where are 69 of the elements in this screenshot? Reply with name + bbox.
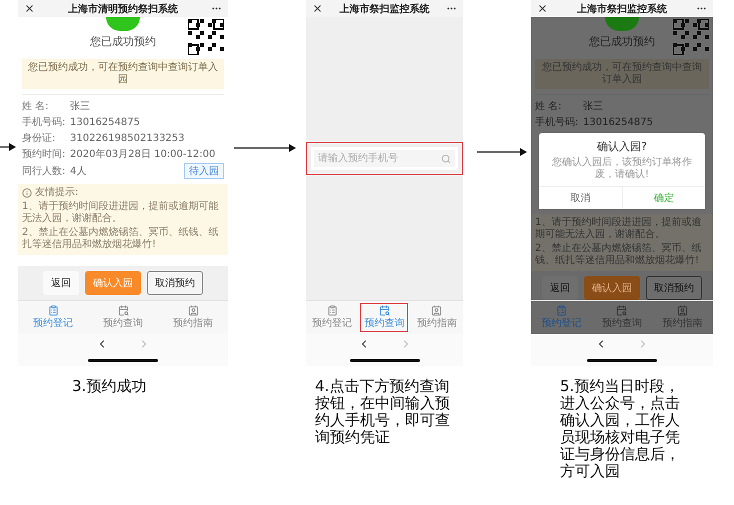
confirm-entry-button[interactable]: 确认入园 [85,271,141,295]
tip-text: 2、禁止在公墓内燃烧锡箔、冥币、纸钱、纸扎等迷信用品和燃放烟花爆竹! [22,227,220,251]
arrow-icon [0,143,16,151]
field-label: 预约时间: [22,148,66,161]
field-label: 同行人数: [22,165,66,178]
tab[interactable]: 预约登记 [308,303,356,332]
field-value: 4人 [70,165,86,178]
close-icon[interactable] [312,3,323,14]
home-indicator [587,359,657,362]
window-title: 上海市清明预约祭扫系统 [68,2,178,16]
step-caption: 3.预约成功 [72,378,148,395]
field-label: 身份证: [22,132,56,145]
tip-text: 1、请于预约时间段进进园，提前或逾期可能无法入园，谢谢配合。 [535,217,702,241]
success-heading: 您已成功预约 [589,34,655,49]
tab[interactable]: 预约查询 [598,303,646,332]
window-title: 上海市祭扫监控系统 [340,2,430,16]
field-label: 姓 名: [22,100,50,113]
back-button[interactable]: 返回 [542,276,578,300]
calendar-search-icon [378,305,390,316]
tip-text: 1、请于预约时间段进进园，提前或逾期可能无法入园，谢谢配合。 [22,201,220,225]
dialog-message: 您确认入园后，该预约订单将作废，请确认! [551,156,693,182]
contact-card-icon [431,305,442,316]
field-label: 手机号码: [22,116,66,129]
field-value: 2020年03月28日 10:00-12:00 [70,148,216,161]
back-button[interactable]: 返回 [43,271,79,295]
clipboard-icon [48,305,58,316]
tab[interactable]: 预约指南 [412,303,461,332]
status-tag: 待入园 [184,163,224,179]
close-icon[interactable] [537,3,548,14]
home-indicator [350,359,420,362]
contact-card-icon [188,305,198,316]
field-label: 手机号码: [535,116,580,129]
tip-text: 2、禁止在公墓内燃烧锡箔、冥币、纸钱、纸扎等迷信用品和燃放烟花爆竹! [535,243,702,267]
tab[interactable]: 预约指南 [658,303,707,332]
qr-code-icon [188,19,224,55]
success-heading: 您已成功预约 [90,34,156,49]
qr-code-icon [673,19,709,55]
cancel-booking-button[interactable]: 取消预约 [147,271,203,295]
tab[interactable]: 预约指南 [169,303,217,332]
home-indicator [88,359,158,362]
search-icon [441,154,451,164]
field-value: 310226198502133253 [70,132,185,144]
clipboard-icon [326,305,338,316]
field-value: 13016254875 [583,116,653,128]
dialog-title: 确认入园? [597,139,647,154]
tab[interactable]: 预约查询 [99,303,147,332]
arrow-icon [234,144,296,152]
confirm-button[interactable]: 确定 [622,187,705,209]
field-value: 13016254875 [70,116,140,128]
arrow-icon [477,148,527,156]
search-field[interactable]: 请输入预约手机号 [311,147,458,170]
field-value: 张三 [583,100,603,113]
calendar-search-icon [616,305,628,316]
tab[interactable]: 预约登记 [29,303,77,332]
confirm-entry-button[interactable]: 确认入园 [584,276,640,300]
step-caption: 5.预约当日时段，进入公众号，点击确认入园，工作人员现场核对电子凭证与身份信息后，方可入园 [560,378,681,480]
cancel-booking-button[interactable]: 取消预约 [646,276,702,300]
window-title: 上海市祭扫监控系统 [577,2,667,16]
tab[interactable]: 预约查询 [360,303,408,332]
clipboard-icon [556,305,567,316]
info-icon [22,188,32,198]
tips-title: 友情提示: [35,187,78,199]
field-value: 张三 [70,100,90,113]
notice-banner: 您已预约成功，可在预约查询中查询订单入园 [22,59,224,89]
close-icon[interactable] [24,3,35,14]
step-caption: 4.点击下方预约查询按钮，在中间输入预约人手机号，即可查询预约凭证 [315,378,451,446]
contact-card-icon [677,305,688,316]
field-label: 姓 名: [535,100,563,113]
calendar-search-icon [118,305,128,316]
